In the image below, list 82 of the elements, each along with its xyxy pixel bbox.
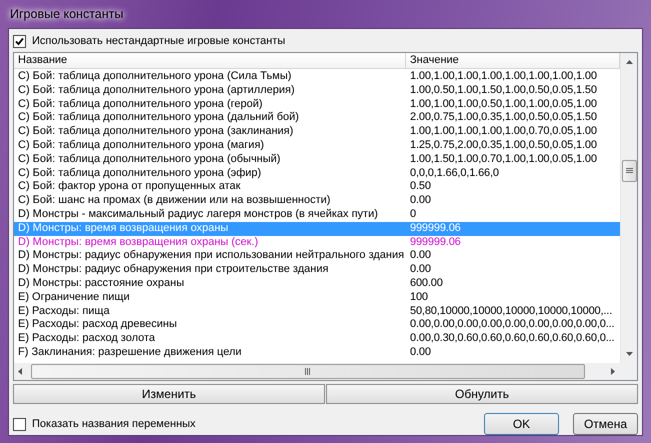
horizontal-scrollbar[interactable] (14, 363, 620, 380)
name-cell-text: C) Бой: шанс на промах (в движении или на возвышенности) (17, 194, 332, 208)
name-cell-text: E) Расходы: расход золота (17, 332, 156, 346)
value-cell-text: 0 (409, 208, 417, 222)
list-row[interactable]: C) Бой: таблица дополнительного урона (заклинания) 1.00,1.00,1.00,1.00,1.00,0.70,0.05,1.00 (14, 125, 620, 139)
value-cell-text: 0.00,0.00,0.00,0.00,0.00,0.00,0.00,0.00,0... (409, 318, 616, 332)
value-cell-text: 999999.06 (409, 222, 462, 236)
value-cell-text: 0.00 (409, 249, 432, 264)
name-cell-text: C) Бой: таблица дополнительного урона (эфир) (17, 166, 262, 180)
name-cell-text: C) Бой: фактор урона от пропущенных атак (17, 180, 242, 194)
column-header[interactable]: Значение (406, 53, 620, 69)
name-cell-text: C) Бой: таблица дополнительного урона (заклинания) (17, 125, 294, 139)
value-cell-text: 600.00 (409, 276, 444, 291)
checkbox[interactable] (13, 34, 26, 48)
name-cell-text: C) Бой: таблица дополнительного урона (герой) (17, 98, 264, 112)
value-cell-text: 0.00 (409, 263, 432, 277)
action-button[interactable]: Изменить (13, 384, 325, 404)
cancel-button[interactable]: Отмена (573, 413, 638, 435)
scroll-thumb[interactable] (622, 160, 636, 182)
grip-icon (305, 368, 311, 375)
list-row[interactable]: E) Расходы: расход древесины 0.00,0.00,0.00,0.00,0.00,0.00,0.00,0.00,0... (14, 318, 620, 332)
name-cell-text: D) Монстры - максимальный радиус лагеря монстров (в ячейках пути) (17, 208, 379, 222)
scroll-left-icon[interactable] (16, 367, 25, 376)
checkbox-label: Использовать нестандартные игровые константы (32, 35, 286, 47)
name-cell-text: D) Монстры: время возвращения охраны (17, 222, 230, 236)
name-cell-text: E) Расходы: пища (17, 304, 111, 318)
value-cell-text: 1.00,1.00,1.00,1.00,1.00,1.00,1.00,1.00 (409, 70, 598, 84)
list-row[interactable]: C) Бой: фактор урона от пропущенных атак 0.50 (14, 180, 620, 194)
name-cell-text: C) Бой: таблица дополнительного урона (обычный) (17, 152, 282, 167)
action-button[interactable]: Обнулить (326, 384, 638, 404)
list-row[interactable]: E) Расходы: расход золота 0.00,0.30,0.60,0.60,0.60,0.60,0.60,0.60,0... (14, 332, 620, 346)
list-row[interactable]: D) Монстры - максимальный радиус лагеря монстров (в ячейках пути) 0 (14, 208, 620, 222)
list-row[interactable]: D) Монстры: радиус обнаружения при использовании нейтрального здания 0.00 (14, 249, 620, 264)
name-cell-text: E) Расходы: расход древесины (17, 318, 178, 332)
list-row[interactable]: C) Бой: таблица дополнительного урона (герой) 1.00,1.00,1.00,0.50,1.00,1.00,0.05,1.00 (14, 98, 620, 112)
list-row[interactable]: E) Расходы: пища 50,80,10000,10000,10000,10000,10000,... (14, 304, 620, 318)
window-title: Игровые константы (9, 7, 124, 21)
value-cell-text: 1.00,1.50,1.00,0.70,1.00,1.00,0.05,1.00 (409, 152, 598, 167)
value-cell-text: 100 (409, 290, 429, 305)
list-row[interactable]: C) Бой: шанс на промах (в движении или на возвышенности) 0.00 (14, 194, 620, 208)
name-cell-text: D) Монстры: расстояние охраны (17, 276, 186, 291)
list-row[interactable]: C) Бой: таблица дополнительного урона (эфир) 0,0,0,1.66,0,1.66,0 (14, 166, 620, 180)
name-cell-text: C) Бой: таблица дополнительного урона (дальний бой) (17, 111, 300, 126)
value-cell-text: 0,0,0,1.66,0,1.66,0 (409, 166, 500, 180)
value-cell-text: 0.50 (409, 180, 432, 194)
list-row[interactable]: C) Бой: таблица дополнительного урона (дальний бой) 2.00,0.75,1.00,0.35,1.00,0.50,0.05,1.50 (14, 111, 620, 126)
name-cell-text: C) Бой: таблица дополнительного урона (Сила Тьмы) (17, 70, 292, 84)
value-cell-text: 1.00,0.50,1.00,1.50,1.00,0.50,0.05,1.50 (409, 84, 598, 98)
grip-icon (626, 168, 632, 174)
name-cell-text: F) Заклинания: разрешение движения цели (17, 346, 243, 360)
list-row[interactable]: C) Бой: таблица дополнительного урона (магия) 1.25,0.75,2.00,0.35,1.00,0.50,0.05,1.00 (14, 138, 620, 153)
name-cell-text: C) Бой: таблица дополнительного урона (артиллерия) (17, 84, 296, 98)
checkmark-icon (15, 36, 24, 46)
value-cell-text: 50,80,10000,10000,10000,10000,10000,... (409, 304, 614, 318)
name-cell-text: D) Монстры: время возвращения охраны (сек.) (17, 236, 260, 250)
name-cell-text: D) Монстры: радиус обнаружения при использовании нейтрального здания (17, 249, 406, 264)
list-row[interactable]: D) Монстры: время возвращения охраны (сек.) 999999.06 (14, 236, 620, 250)
list-row[interactable]: C) Бой: таблица дополнительного урона (артиллерия) 1.00,0.50,1.00,1.50,1.00,0.50,0.05,1.50 (14, 84, 620, 98)
name-cell-text: C) Бой: таблица дополнительного урона (магия) (17, 138, 266, 153)
value-cell-text: 1.00,1.00,1.00,0.50,1.00,1.00,0.05,1.00 (409, 98, 598, 112)
value-cell-text: 0.00,0.30,0.60,0.60,0.60,0.60,0.60,0.60,0... (409, 332, 616, 346)
list-row[interactable]: F) Заклинания: разрешение движения цели 0.00 (14, 346, 620, 360)
scroll-up-icon[interactable] (624, 58, 634, 67)
scroll-thumb[interactable] (31, 364, 585, 379)
value-cell-text: 0.00 (409, 346, 432, 360)
name-cell-text: E) Ограничение пищи (17, 290, 131, 305)
value-cell-text: 1.25,0.75,2.00,0.35,1.00,0.50,0.05,1.00 (409, 138, 598, 153)
list-row[interactable]: E) Ограничение пищи 100 (14, 290, 620, 305)
vertical-scrollbar[interactable] (620, 53, 637, 363)
value-cell-text: 2.00,0.75,1.00,0.35,1.00,0.50,0.05,1.50 (409, 111, 598, 126)
ok-button[interactable]: OK (484, 413, 559, 435)
list-row[interactable]: D) Монстры: радиус обнаружения при строительстве здания 0.00 (14, 263, 620, 277)
list-row[interactable]: C) Бой: таблица дополнительного урона (обычный) 1.00,1.50,1.00,0.70,1.00,1.00,0.05,1.00 (14, 152, 620, 167)
checkbox[interactable] (13, 418, 26, 430)
column-header[interactable]: Название (14, 53, 406, 69)
checkbox-label: Показать названия переменных (32, 418, 196, 430)
value-cell-text: 999999.06 (409, 236, 462, 250)
value-cell-text: 1.00,1.00,1.00,1.00,1.00,0.70,0.05,1.00 (409, 125, 598, 139)
name-cell-text: D) Монстры: радиус обнаружения при строительстве здания (17, 263, 330, 277)
list-row[interactable]: D) Монстры: расстояние охраны 600.00 (14, 276, 620, 291)
list-row[interactable]: C) Бой: таблица дополнительного урона (Сила Тьмы) 1.00,1.00,1.00,1.00,1.00,1.00,1.00,1.00 (14, 70, 620, 84)
value-cell-text: 0.00 (409, 194, 432, 208)
